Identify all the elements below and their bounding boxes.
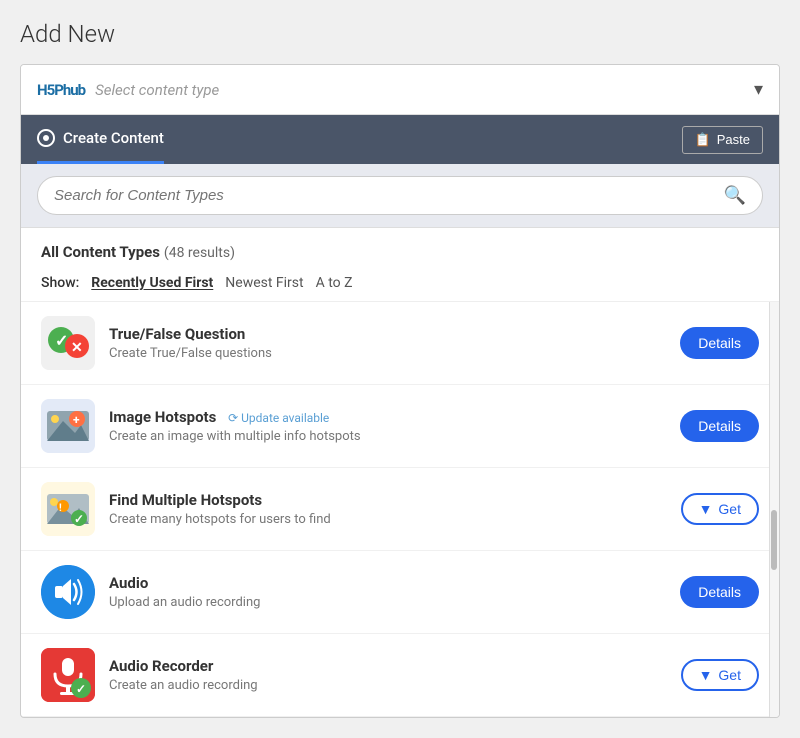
image-hotspots-desc: Create an image with multiple info hotsp… [109,429,666,444]
find-hotspots-desc: Create many hotspots for users to find [109,512,667,527]
true-false-svg: ✓ ✕ [41,316,95,370]
true-false-desc: Create True/False questions [109,346,666,361]
image-hotspots-info: Image Hotspots ⟳ Update available Create… [109,408,666,444]
scrollbar-thumb[interactable] [771,510,777,570]
svg-text:!: ! [59,503,62,514]
svg-text:✓: ✓ [74,512,84,526]
tab-bar: Create Content 📋 Paste [21,115,779,164]
content-list: ✓ ✕ True/False Question Create True/Fals… [21,302,779,717]
create-content-tab[interactable]: Create Content [37,115,164,164]
image-hotspots-details-button[interactable]: Details [680,410,759,442]
download-icon: ▼ [699,501,713,517]
find-hotspots-svg: ✓ ! [41,482,95,536]
audio-recorder-get-button[interactable]: ▼ Get [681,659,759,691]
image-hotspots-svg: + [41,399,95,453]
list-item: ✓ ✕ True/False Question Create True/Fals… [21,302,779,385]
svg-text:+: + [73,413,80,427]
update-badge: ⟳ Update available [228,411,329,425]
audio-icon [41,565,95,619]
find-hotspots-icon: ✓ ! [41,482,95,536]
search-bar-container: 🔍 [21,164,779,228]
tab-radio-dot [43,135,49,141]
show-label: Show: [41,275,79,291]
select-content-type-text: Select content type [95,81,754,99]
search-button[interactable]: 🔍 [724,185,746,206]
find-hotspots-get-button[interactable]: ▼ Get [681,493,759,525]
svg-text:✕: ✕ [71,340,83,356]
audio-recorder-desc: Create an audio recording [109,678,667,693]
select-content-type-bar[interactable]: H5Phub Select content type ▾ [21,65,779,115]
audio-recorder-name: Audio Recorder [109,657,667,675]
page-title: Add New [20,20,780,48]
audio-info: Audio Upload an audio recording [109,574,666,610]
sort-recently-used[interactable]: Recently Used First [91,275,213,291]
find-hotspots-info: Find Multiple Hotspots Create many hotsp… [109,491,667,527]
list-item: ✓ ! Find Multiple Hotspots Create many h… [21,468,779,551]
main-container: H5Phub Select content type ▾ Create Cont… [20,64,780,718]
sort-newest-first[interactable]: Newest First [225,275,303,291]
chevron-down-icon: ▾ [754,79,763,100]
audio-details-button[interactable]: Details [680,576,759,608]
list-title: All Content Types [41,243,160,261]
audio-desc: Upload an audio recording [109,595,666,610]
list-item: Audio Upload an audio recording Details [21,551,779,634]
image-hotspots-name: Image Hotspots ⟳ Update available [109,408,666,426]
tab-radio-icon [37,129,55,147]
paste-button[interactable]: 📋 Paste [682,126,763,154]
svg-text:✓: ✓ [76,682,86,696]
scrollbar-track [769,302,779,717]
list-item: ✓ Audio Recorder Create an audio recordi… [21,634,779,717]
list-item: + Image Hotspots ⟳ Update available Crea… [21,385,779,468]
paste-label: Paste [717,132,750,147]
image-hotspots-icon: + [41,399,95,453]
create-content-tab-label: Create Content [63,129,164,147]
true-false-details-button[interactable]: Details [680,327,759,359]
list-header: All Content Types (48 results) [21,228,779,269]
audio-recorder-svg: ✓ [41,648,95,702]
search-input[interactable] [54,187,716,204]
true-false-icon: ✓ ✕ [41,316,95,370]
update-icon: ⟳ [228,411,238,425]
find-hotspots-name: Find Multiple Hotspots [109,491,667,509]
download-icon: ▼ [699,667,713,683]
audio-name: Audio [109,574,666,592]
paste-icon: 📋 [695,132,711,148]
search-bar: 🔍 [37,176,763,215]
sort-a-to-z[interactable]: A to Z [316,275,353,291]
h5p-logo: H5Phub [37,81,85,99]
true-false-name: True/False Question [109,325,666,343]
audio-svg [41,565,95,619]
true-false-info: True/False Question Create True/False qu… [109,325,666,361]
list-count: (48 results) [164,245,235,261]
audio-recorder-info: Audio Recorder Create an audio recording [109,657,667,693]
sort-bar: Show: Recently Used First Newest First A… [21,269,779,302]
audio-recorder-icon: ✓ [41,648,95,702]
